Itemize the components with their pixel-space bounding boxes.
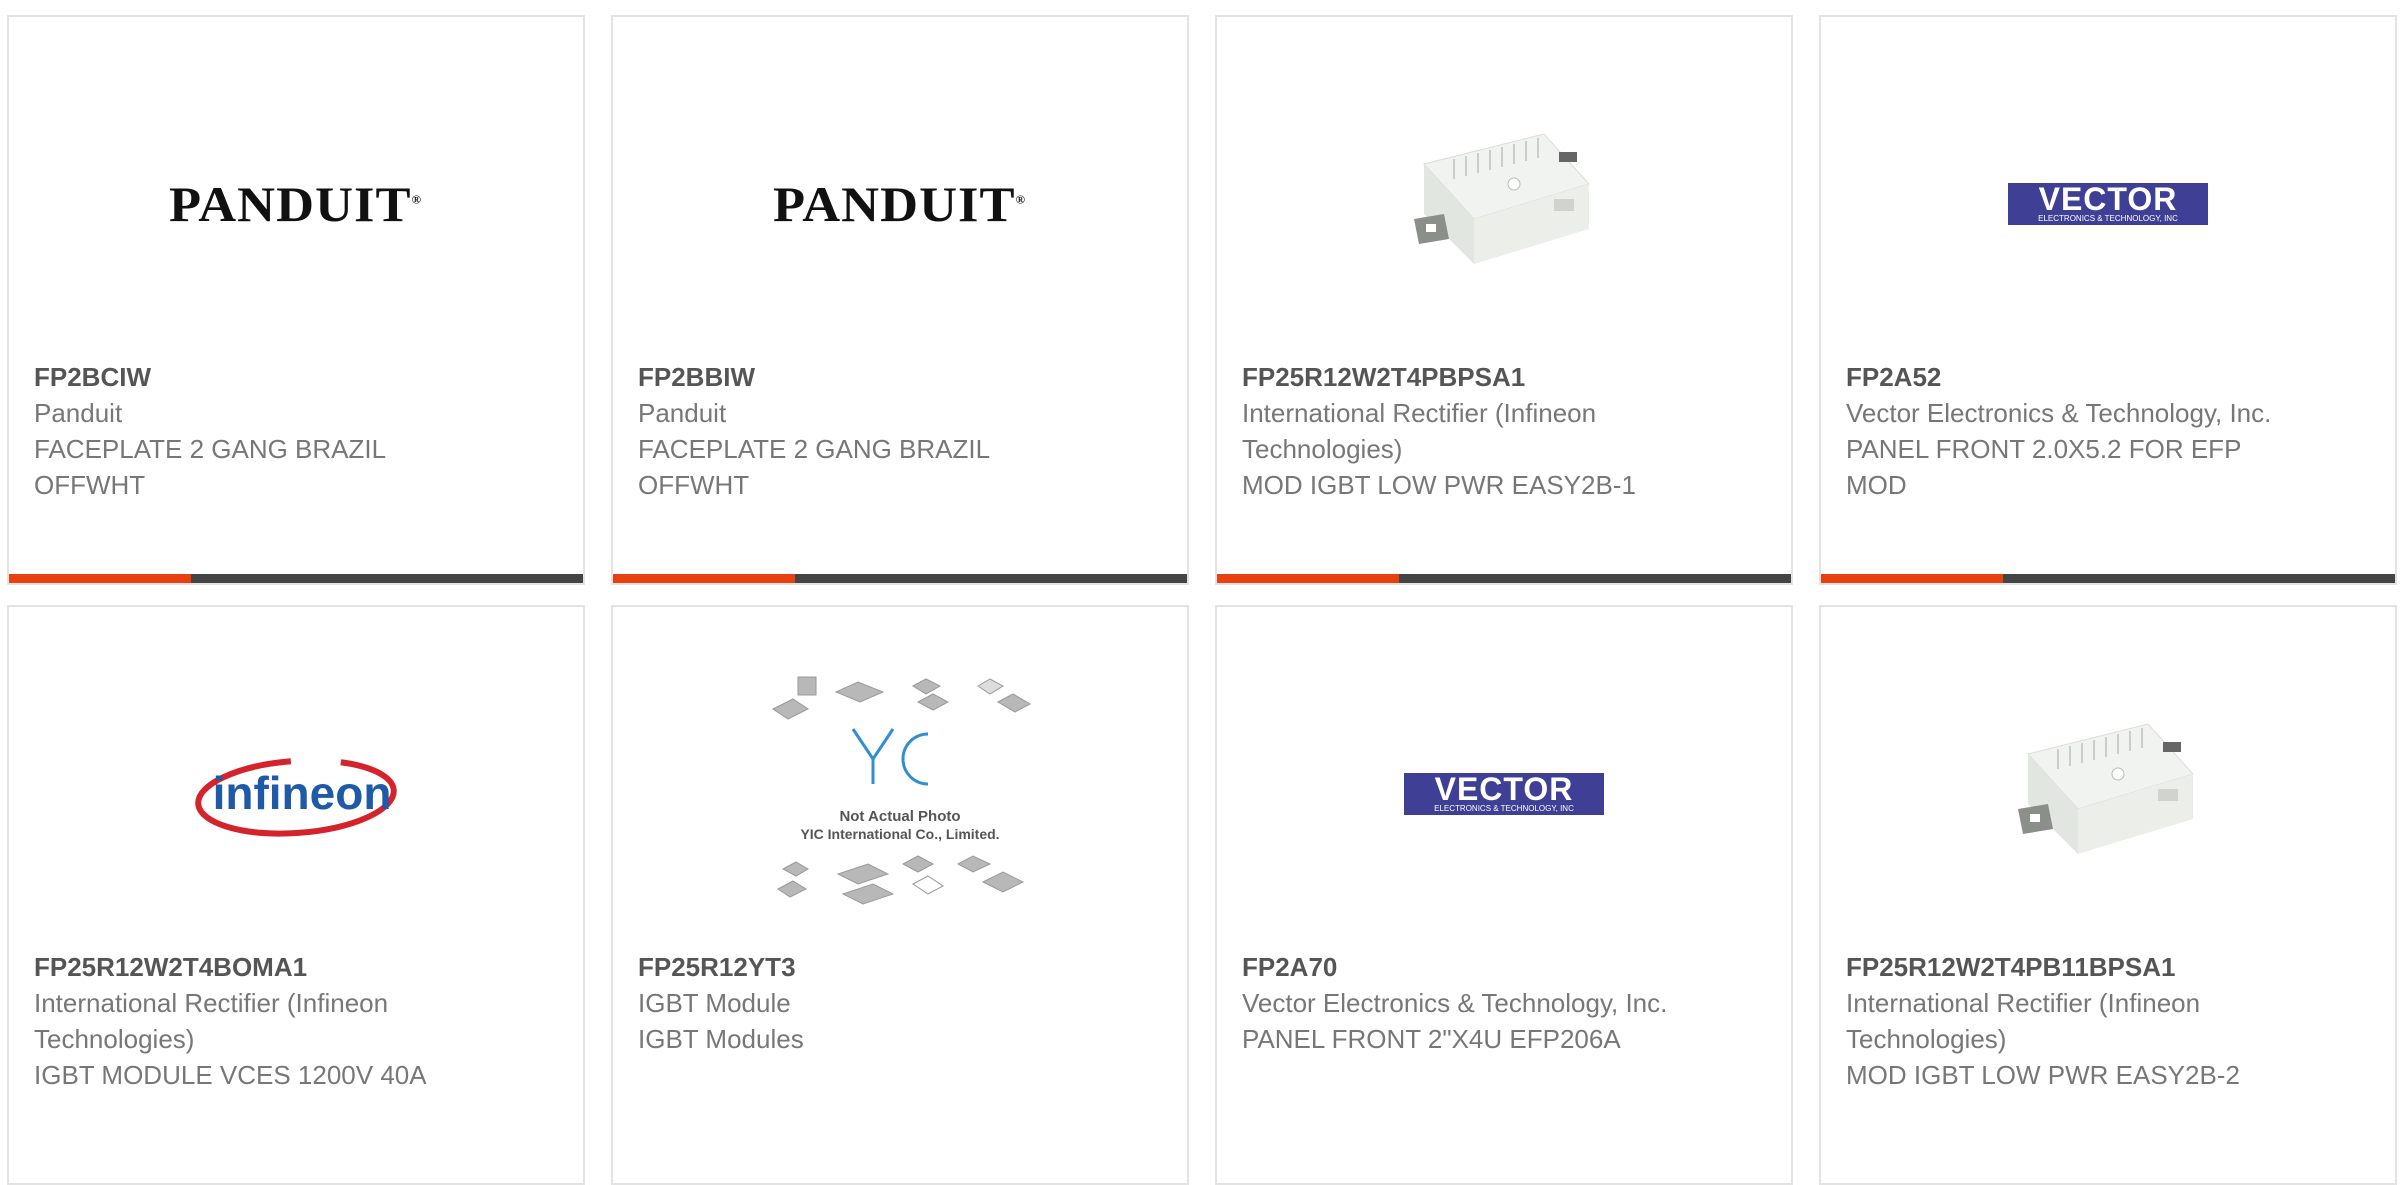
infineon-logo: infineon [194, 756, 397, 837]
description: MOD IGBT LOW PWR EASY2B-2 [1846, 1060, 2240, 1090]
product-image[interactable] [1821, 659, 2395, 929]
part-number[interactable]: FP25R12W2T4PBPSA1 [1242, 359, 1682, 395]
product-card[interactable]: PANDUIT® FP2BCIW Panduit FACEPLATE 2 GAN… [7, 15, 585, 585]
product-image[interactable]: PANDUIT® [9, 69, 583, 339]
product-card[interactable]: infineon FP25R12W2T4BOMA1 International … [7, 605, 585, 1185]
part-number[interactable]: FP2BBIW [638, 359, 1078, 395]
part-number[interactable]: FP25R12W2T4BOMA1 [34, 949, 474, 985]
product-card[interactable]: FP25R12W2T4PBPSA1 International Rectifie… [1215, 15, 1793, 585]
card-accent-bar [1821, 574, 2395, 583]
vector-logo: VECTOR ELECTRONICS & TECHNOLOGY, INC [1404, 773, 1604, 815]
product-image[interactable]: infineon [9, 659, 583, 929]
product-card[interactable]: VECTOR ELECTRONICS & TECHNOLOGY, INC FP2… [1819, 15, 2397, 585]
panduit-logo: PANDUIT® [773, 176, 1027, 232]
manufacturer: IGBT Module [638, 988, 791, 1018]
manufacturer: Panduit [638, 398, 727, 428]
part-number[interactable]: FP2A52 [1846, 359, 2286, 395]
manufacturer: International Rectifier (Infineon Techno… [34, 988, 389, 1054]
part-number[interactable]: FP25R12YT3 [638, 949, 1078, 985]
product-card[interactable]: PANDUIT® FP2BBIW Panduit FACEPLATE 2 GAN… [611, 15, 1189, 585]
manufacturer: Panduit [34, 398, 123, 428]
yic-placeholder-image: Not Actual Photo YIC International Co., … [771, 676, 1031, 905]
description: PANEL FRONT 2.0X5.2 FOR EFP MOD [1846, 434, 2241, 500]
manufacturer: Vector Electronics & Technology, Inc. [1846, 398, 2272, 428]
panduit-logo: PANDUIT® [169, 176, 423, 232]
description: IGBT MODULE VCES 1200V 40A [34, 1060, 427, 1090]
product-image[interactable]: VECTOR ELECTRONICS & TECHNOLOGY, INC [1217, 659, 1791, 929]
description: FACEPLATE 2 GANG BRAZIL OFFWHT [34, 434, 386, 500]
manufacturer: International Rectifier (Infineon Techno… [1846, 988, 2201, 1054]
description: PANEL FRONT 2"X4U EFP206A [1242, 1024, 1621, 1054]
manufacturer: Vector Electronics & Technology, Inc. [1242, 988, 1668, 1018]
svg-text:YIC International Co., Limited: YIC International Co., Limited. [800, 826, 999, 842]
card-accent-bar [613, 574, 1187, 583]
manufacturer: International Rectifier (Infineon Techno… [1242, 398, 1597, 464]
vector-logo: VECTOR ELECTRONICS & TECHNOLOGY, INC [2008, 183, 2208, 225]
product-card[interactable]: FP25R12W2T4PB11BPSA1 International Recti… [1819, 605, 2397, 1185]
svg-text:infineon: infineon [212, 767, 391, 819]
part-number[interactable]: FP2A70 [1242, 949, 1682, 985]
card-accent-bar [1217, 574, 1791, 583]
card-accent-bar [9, 574, 583, 583]
igbt-module-photo [2018, 723, 2194, 854]
description: FACEPLATE 2 GANG BRAZIL OFFWHT [638, 434, 990, 500]
product-card[interactable]: Not Actual Photo YIC International Co., … [611, 605, 1189, 1185]
product-card[interactable]: VECTOR ELECTRONICS & TECHNOLOGY, INC FP2… [1215, 605, 1793, 1185]
igbt-module-photo [1414, 133, 1590, 264]
product-image[interactable] [1217, 69, 1791, 339]
svg-text:Not Actual Photo: Not Actual Photo [839, 808, 960, 825]
product-image[interactable]: Not Actual Photo YIC International Co., … [613, 659, 1187, 929]
part-number[interactable]: FP2BCIW [34, 359, 474, 395]
product-image[interactable]: VECTOR ELECTRONICS & TECHNOLOGY, INC [1821, 69, 2395, 339]
description: IGBT Modules [638, 1024, 804, 1054]
part-number[interactable]: FP25R12W2T4PB11BPSA1 [1846, 949, 2286, 985]
description: MOD IGBT LOW PWR EASY2B-1 [1242, 470, 1636, 500]
product-image[interactable]: PANDUIT® [613, 69, 1187, 339]
